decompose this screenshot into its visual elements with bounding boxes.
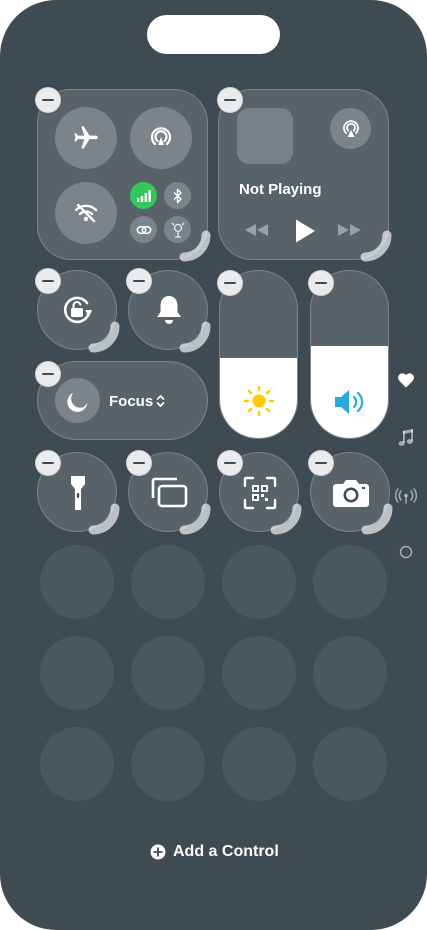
empty-slot[interactable]	[313, 545, 387, 619]
empty-slot[interactable]	[40, 727, 114, 801]
backward-icon	[245, 224, 268, 236]
resize-handle-orientation-lock[interactable]	[87, 320, 121, 354]
resize-handle-now-playing[interactable]	[359, 229, 393, 263]
album-art	[237, 108, 293, 164]
cellular-data-button[interactable]	[130, 182, 157, 209]
empty-slot[interactable]	[131, 545, 205, 619]
airdrop-icon	[150, 127, 172, 146]
circle-page-icon	[399, 545, 413, 559]
bluetooth-icon	[173, 188, 182, 203]
play-button[interactable]	[293, 218, 319, 244]
remove-silent-mode-button[interactable]	[126, 268, 152, 294]
resize-handle-camera[interactable]	[360, 502, 394, 536]
moon-icon	[66, 392, 87, 412]
focus-label: Focus	[109, 393, 154, 410]
resize-handle-silent-mode[interactable]	[178, 320, 212, 354]
resize-handle-connectivity[interactable]	[178, 229, 212, 263]
airplay-audio-icon	[342, 119, 359, 137]
remove-connectivity-button[interactable]	[35, 87, 61, 113]
airplane-icon	[74, 126, 98, 149]
airplay-button[interactable]	[330, 108, 371, 149]
empty-slot[interactable]	[222, 636, 296, 710]
now-playing-status: Not Playing	[239, 181, 322, 198]
resize-handle-flashlight[interactable]	[87, 502, 121, 536]
add-control-button[interactable]: Add a Control	[150, 842, 279, 862]
empty-slot[interactable]	[40, 545, 114, 619]
remove-volume-button[interactable]	[308, 270, 334, 296]
flashlight-icon	[71, 476, 85, 510]
remove-camera-button[interactable]	[308, 450, 334, 476]
remove-flashlight-button[interactable]	[35, 450, 61, 476]
plus-circle-icon	[150, 844, 166, 860]
resize-handle-code-scanner[interactable]	[269, 502, 303, 536]
link-icon	[136, 225, 151, 234]
music-note-icon	[398, 429, 413, 446]
speaker-icon	[335, 390, 364, 414]
empty-slot[interactable]	[40, 636, 114, 710]
empty-slot[interactable]	[131, 727, 205, 801]
page-connectivity[interactable]	[393, 484, 419, 508]
airdrop-button[interactable]	[130, 107, 192, 169]
airplane-mode-button[interactable]	[55, 107, 117, 169]
add-control-label: Add a Control	[173, 843, 279, 860]
empty-slot[interactable]	[313, 727, 387, 801]
remove-now-playing-button[interactable]	[217, 87, 243, 113]
remove-code-scanner-button[interactable]	[217, 450, 243, 476]
sun-icon	[243, 385, 275, 417]
chevron-up-down-icon	[156, 395, 165, 407]
wifi-off-icon	[74, 203, 98, 223]
cellular-bars-icon	[136, 189, 151, 202]
empty-slot[interactable]	[222, 545, 296, 619]
bluetooth-button[interactable]	[164, 182, 191, 209]
resize-handle-screen-mirroring[interactable]	[178, 502, 212, 536]
antenna-icon	[395, 488, 417, 504]
focus-button[interactable]: Focus	[37, 361, 208, 440]
empty-slot[interactable]	[222, 727, 296, 801]
dynamic-island	[147, 15, 280, 54]
play-icon	[296, 219, 315, 243]
page-music[interactable]	[393, 426, 419, 450]
focus-moon-button[interactable]	[55, 378, 100, 423]
previous-track-button[interactable]	[243, 222, 273, 242]
page-favorites[interactable]	[393, 368, 419, 392]
personal-hotspot-button[interactable]	[130, 216, 157, 243]
remove-brightness-button[interactable]	[217, 270, 243, 296]
wifi-button[interactable]	[55, 182, 117, 244]
control-center-edit: Not Playing Focus Add a Control	[0, 0, 427, 930]
page-new[interactable]	[393, 540, 419, 564]
remove-focus-button[interactable]	[35, 361, 61, 387]
empty-slot[interactable]	[131, 636, 205, 710]
remove-screen-mirroring-button[interactable]	[126, 450, 152, 476]
empty-slot[interactable]	[313, 636, 387, 710]
remove-orientation-lock-button[interactable]	[35, 268, 61, 294]
heart-icon	[398, 373, 414, 388]
